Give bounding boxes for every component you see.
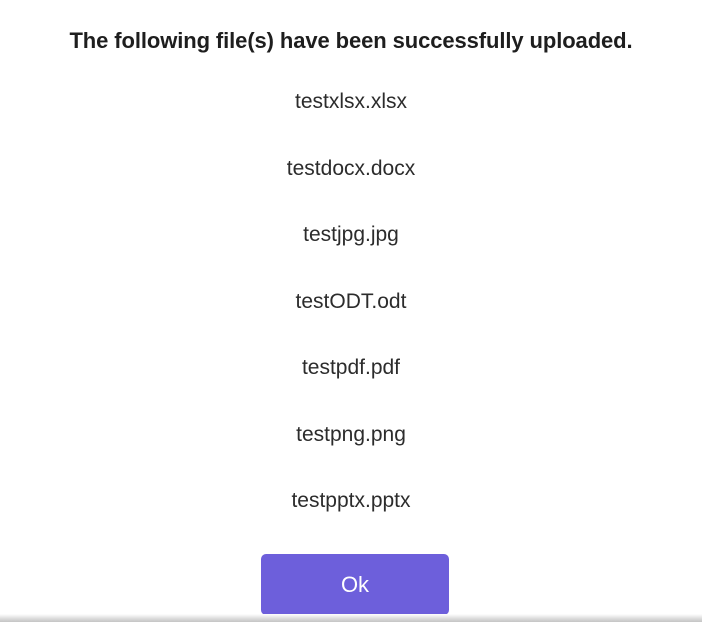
uploaded-file-item: testpng.png xyxy=(296,422,406,446)
uploaded-file-item: testpdf.pdf xyxy=(301,356,401,379)
uploaded-file-item: testjpg.jpg xyxy=(303,223,399,246)
upload-success-dialog: The following file(s) have been successf… xyxy=(0,0,702,618)
dialog-title: The following file(s) have been successf… xyxy=(69,28,633,53)
dialog-bottom-edge xyxy=(0,614,702,622)
ok-button[interactable]: Ok xyxy=(261,554,449,615)
uploaded-file-item: testdocx.docx xyxy=(286,156,416,180)
uploaded-file-item: testpptx.pptx xyxy=(291,489,411,512)
uploaded-file-list: testxlsx.xlsx testdocx.docx testjpg.jpg … xyxy=(0,91,702,557)
uploaded-file-item: testxlsx.xlsx xyxy=(294,90,407,113)
uploaded-file-item: testODT.odt xyxy=(295,289,407,313)
